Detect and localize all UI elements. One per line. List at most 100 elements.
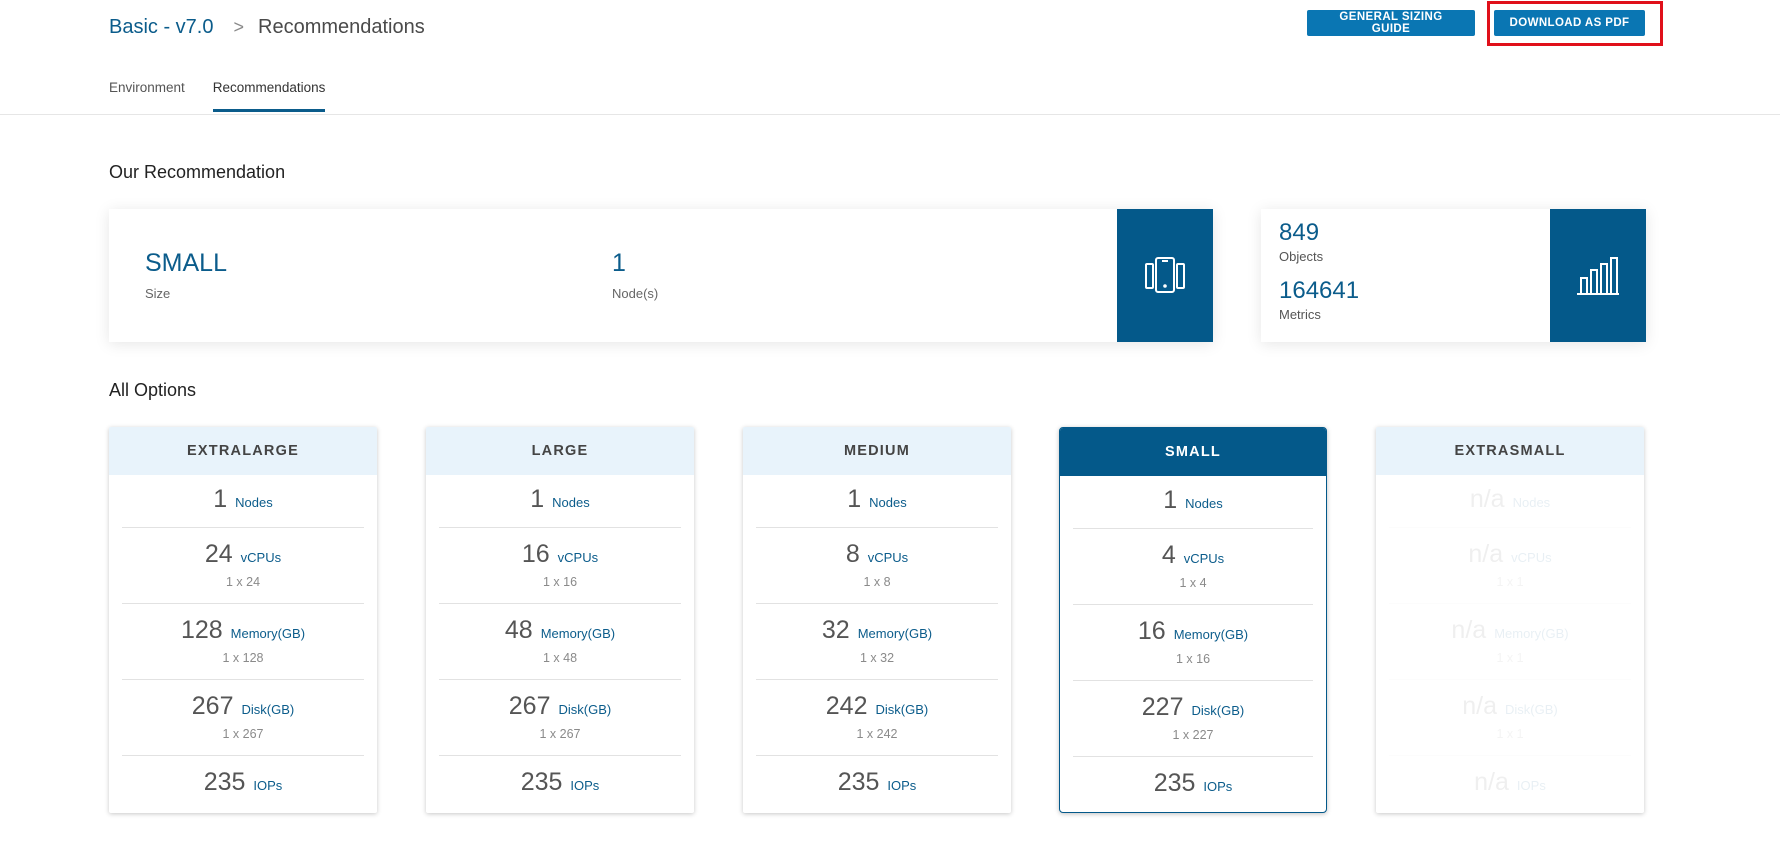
nodes-unit: Nodes <box>869 495 907 510</box>
iops-row: 235 IOPs <box>756 756 998 816</box>
vcpus-breakdown: 1 x 16 <box>542 575 578 589</box>
vcpus-unit: vCPUs <box>557 550 599 565</box>
disk-value: 267 <box>191 692 234 720</box>
nodes-unit: Nodes <box>552 495 590 510</box>
disk-row: 227 Disk(GB) 1 x 227 <box>1073 681 1313 757</box>
disk-unit: Disk(GB) <box>875 702 929 717</box>
vcpus-row: 8 vCPUs 1 x 8 <box>756 528 998 604</box>
option-header: SMALL <box>1060 428 1326 476</box>
iops-row: 235 IOPs <box>1073 757 1313 817</box>
page-header: Basic - v7.0 > Recommendations GENERAL S… <box>0 0 1780 115</box>
memory-breakdown: 1 x 48 <box>542 651 578 665</box>
nodes-block: 1 Node(s) <box>612 249 658 301</box>
vcpus-row: 16 vCPUs 1 x 16 <box>439 528 681 604</box>
nodes-row: 1 Nodes <box>122 475 364 528</box>
nodes-unit: Nodes <box>235 495 273 510</box>
iops-value: 235 <box>1153 769 1196 797</box>
all-options-title: All Options <box>109 380 197 400</box>
disk-breakdown: 1 x 227 <box>1172 728 1214 742</box>
vcpus-breakdown: 1 x 4 <box>1179 576 1207 590</box>
option-card-medium[interactable]: MEDIUM 1 Nodes 8 vCPUs 1 x 8 32 Memory(GB) 1 … <box>743 427 1011 813</box>
iops-value: n/a <box>1474 768 1509 796</box>
option-header: EXTRALARGE <box>109 427 377 475</box>
metrics-block: 164641 Metrics <box>1279 277 1359 322</box>
disk-value: 227 <box>1141 693 1184 721</box>
size-icon-box <box>1117 209 1213 342</box>
disk-row: 242 Disk(GB) 1 x 242 <box>756 680 998 756</box>
memory-row: 32 Memory(GB) 1 x 32 <box>756 604 998 680</box>
memory-row: 128 Memory(GB) 1 x 128 <box>122 604 364 680</box>
vcpus-value: 4 <box>1161 541 1176 569</box>
vcpus-row: 24 vCPUs 1 x 24 <box>122 528 364 604</box>
nodes-row: 1 Nodes <box>756 475 998 528</box>
memory-row: n/a Memory(GB) 1 x 1 <box>1389 604 1631 680</box>
vcpus-breakdown: 1 x 24 <box>225 575 261 589</box>
objects-label: Objects <box>1279 249 1324 264</box>
iops-value: 235 <box>203 768 246 796</box>
objects-block: 849 Objects <box>1279 219 1323 264</box>
disk-row: n/a Disk(GB) 1 x 1 <box>1389 680 1631 756</box>
option-card-large[interactable]: LARGE 1 Nodes 16 vCPUs 1 x 16 48 Memory(GB) 1… <box>426 427 694 813</box>
metrics-label: Metrics <box>1279 307 1321 322</box>
bar-chart-icon <box>1577 256 1619 295</box>
disk-breakdown: 1 x 267 <box>539 727 581 741</box>
memory-breakdown: 1 x 32 <box>859 651 895 665</box>
vcpus-value: n/a <box>1468 540 1504 568</box>
nodes-value: 1 <box>612 249 626 277</box>
breadcrumb-current: Recommendations <box>258 16 425 38</box>
nodes-value: n/a <box>1469 485 1505 513</box>
general-sizing-guide-button[interactable]: GENERAL SIZING GUIDE <box>1307 10 1475 36</box>
breadcrumb-parent-link[interactable]: Basic - v7.0 <box>109 16 213 39</box>
nodes-value: 1 <box>1163 486 1178 514</box>
size-label: Size <box>145 286 171 301</box>
disk-unit: Disk(GB) <box>241 702 295 717</box>
vcpus-breakdown: 1 x 8 <box>863 575 891 589</box>
nodes-row: n/a Nodes <box>1389 475 1631 528</box>
vcpus-unit: vCPUs <box>867 550 909 565</box>
option-header: EXTRASMALL <box>1376 427 1644 475</box>
memory-breakdown: 1 x 1 <box>1496 651 1524 665</box>
option-card-extralarge[interactable]: EXTRALARGE 1 Nodes 24 vCPUs 1 x 24 128 Memor… <box>109 427 377 813</box>
memory-value: 32 <box>821 616 850 644</box>
disk-unit: Disk(GB) <box>1191 703 1245 718</box>
nodes-row: 1 Nodes <box>1073 476 1313 529</box>
disk-unit: Disk(GB) <box>1505 702 1558 717</box>
metrics-value: 164641 <box>1279 277 1360 304</box>
download-pdf-button[interactable]: DOWNLOAD AS PDF <box>1494 10 1645 36</box>
disk-breakdown: 1 x 267 <box>222 727 264 741</box>
memory-value: 16 <box>1137 617 1166 645</box>
breadcrumb: Basic - v7.0 > Recommendations <box>109 16 425 39</box>
memory-unit: Memory(GB) <box>1494 626 1569 641</box>
size-block: SMALL Size <box>145 249 227 301</box>
nodes-unit: Nodes <box>1185 496 1223 511</box>
vcpus-row: 4 vCPUs 1 x 4 <box>1073 529 1313 605</box>
stats-card: 849 Objects 164641 Metrics <box>1261 209 1646 342</box>
vcpus-row: n/a vCPUs 1 x 1 <box>1389 528 1631 604</box>
memory-unit: Memory(GB) <box>1173 627 1249 642</box>
nodes-label: Node(s) <box>612 286 659 301</box>
option-header: LARGE <box>426 427 694 475</box>
disk-breakdown: 1 x 1 <box>1496 727 1524 741</box>
option-card-small[interactable]: SMALL 1 Nodes 4 vCPUs 1 x 4 16 Memory(GB) 1 x… <box>1059 427 1327 813</box>
iops-unit: IOPs <box>1203 779 1233 794</box>
recommendation-title: Our Recommendation <box>109 162 286 182</box>
disk-breakdown: 1 x 242 <box>856 727 898 741</box>
stats-icon-box <box>1550 209 1646 342</box>
size-value: SMALL <box>145 249 227 277</box>
disk-value: 267 <box>508 692 551 720</box>
memory-breakdown: 1 x 16 <box>1175 652 1211 666</box>
nodes-row: 1 Nodes <box>439 475 681 528</box>
breadcrumb-separator: > <box>233 17 244 37</box>
iops-row: 235 IOPs <box>122 756 364 816</box>
iops-unit: IOPs <box>570 778 600 793</box>
tab-recommendations[interactable]: Recommendations <box>212 80 326 112</box>
disk-row: 267 Disk(GB) 1 x 267 <box>439 680 681 756</box>
recommendation-card: SMALL Size 1 Node(s) <box>109 209 1213 342</box>
option-card-extrasmall: EXTRASMALL n/a Nodes n/a vCPUs 1 x 1 n/a Mem… <box>1376 427 1644 813</box>
nodes-value: 1 <box>530 485 545 513</box>
nodes-value: 1 <box>847 485 862 513</box>
memory-row: 16 Memory(GB) 1 x 16 <box>1073 605 1313 681</box>
vcpus-value: 16 <box>521 540 550 568</box>
tab-environment[interactable]: Environment <box>109 80 185 112</box>
disk-value: n/a <box>1462 692 1498 720</box>
